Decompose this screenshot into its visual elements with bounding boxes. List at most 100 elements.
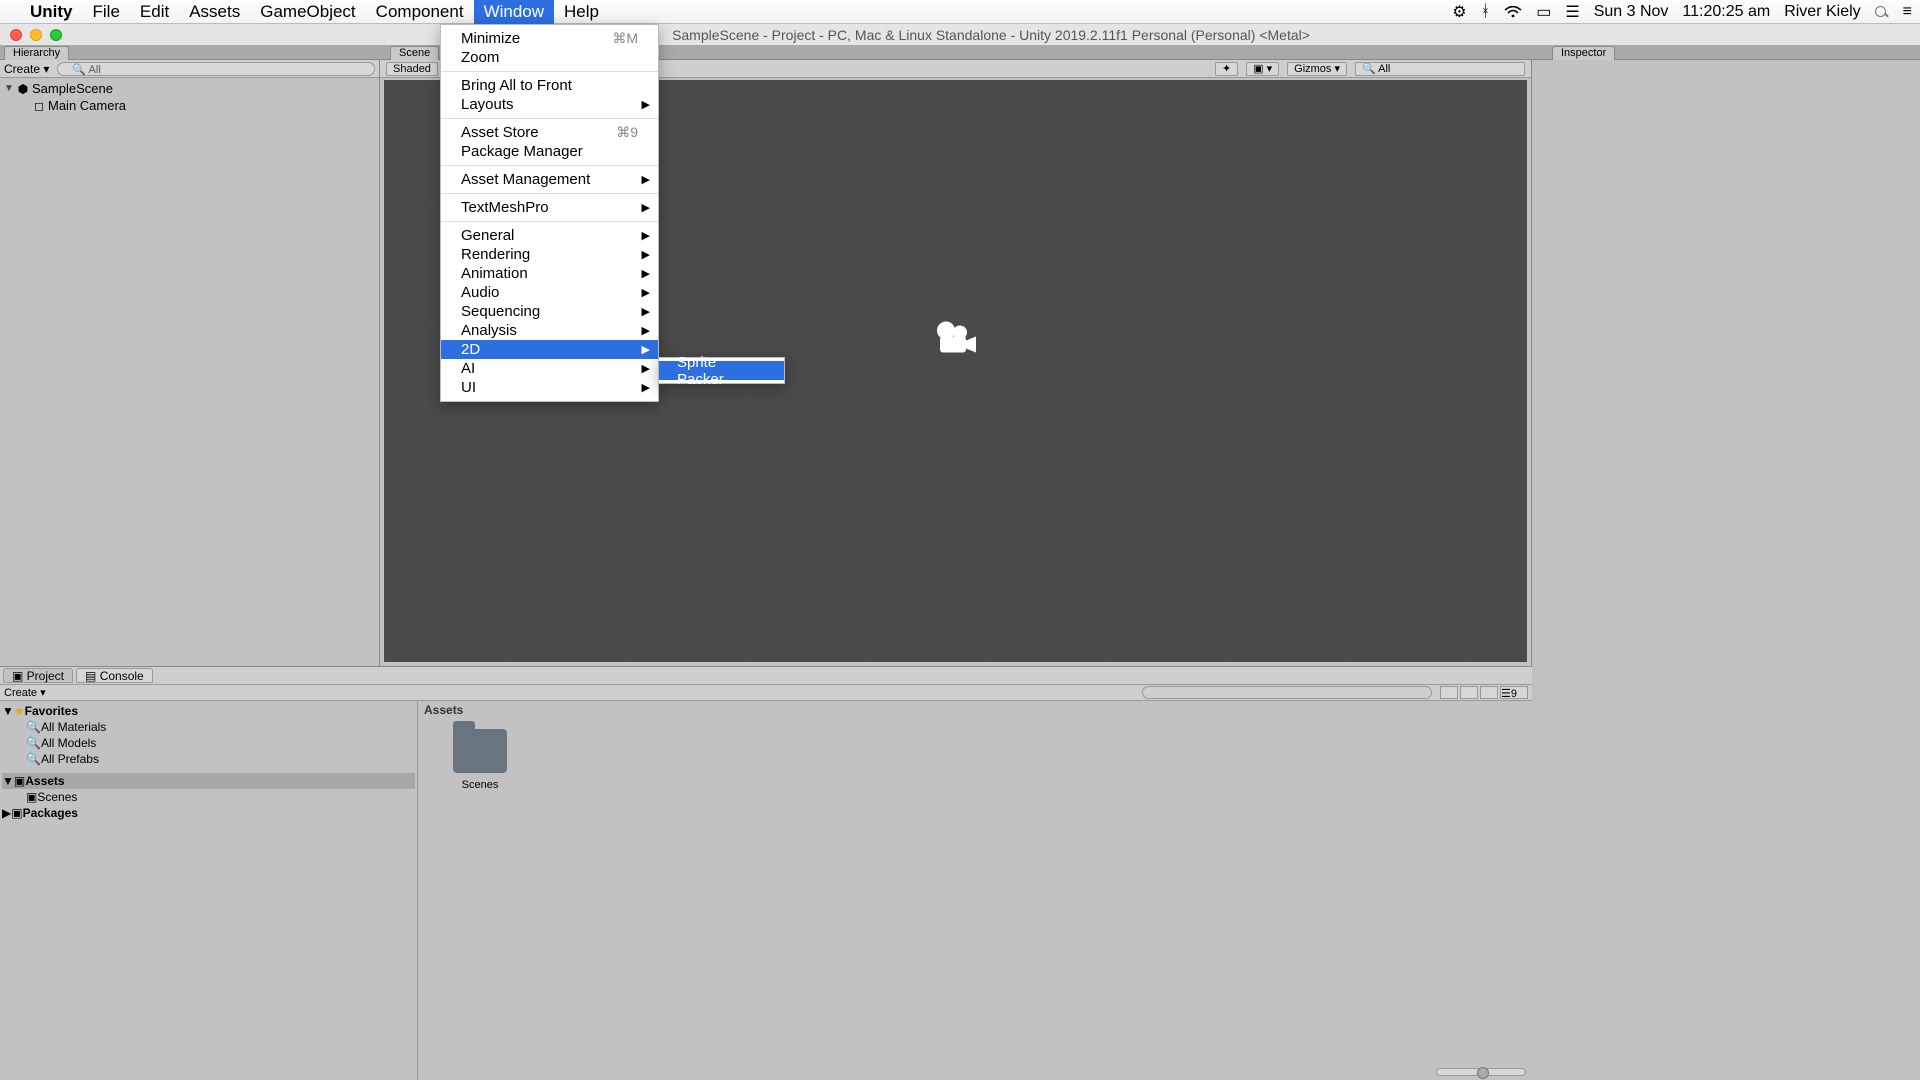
project-favorites[interactable]: ▼★Favorites <box>2 703 415 719</box>
control-center-icon[interactable]: ☰ <box>1565 2 1579 22</box>
project-grid-folder[interactable]: Scenes <box>440 729 520 791</box>
menubar-date[interactable]: Sun 3 Nov <box>1594 3 1669 21</box>
minimize-window-button[interactable] <box>30 29 42 41</box>
unity-scene-icon: ⬢ <box>16 82 30 96</box>
expand-arrow-icon[interactable]: ▼ <box>4 83 16 94</box>
window-titlebar: SampleScene - Project - PC, Mac & Linux … <box>0 24 1920 46</box>
search-icon: 🔍 <box>26 720 41 734</box>
hierarchy-search-input[interactable]: 🔍 All <box>57 62 375 76</box>
camera-gizmo-icon[interactable] <box>934 319 978 364</box>
unity-icon[interactable]: ⚙ <box>1452 2 1466 22</box>
hierarchy-item-label: Main Camera <box>48 98 126 113</box>
inspector-tab[interactable]: Inspector <box>1552 46 1615 60</box>
window-title: SampleScene - Project - PC, Mac & Linux … <box>672 27 1310 43</box>
search-icon: 🔍 <box>26 752 41 766</box>
menu-item-bring-all-to-front[interactable]: Bring All to Front <box>441 76 658 95</box>
project-fav-item[interactable]: 🔍All Prefabs <box>2 751 415 767</box>
hierarchy-tree: ▼ ⬢ SampleScene ◻ Main Camera <box>0 78 379 116</box>
menu-item-ai[interactable]: AI▶ <box>441 359 658 378</box>
tab-project[interactable]: ▣ Project <box>3 668 73 683</box>
menu-extra-icon[interactable]: ≡ <box>1903 3 1912 21</box>
scene-fx-button[interactable]: ✦ <box>1215 62 1238 76</box>
submenu-arrow-icon: ▶ <box>642 362 650 375</box>
menu-item-ui[interactable]: UI▶ <box>441 378 658 397</box>
submenu-arrow-icon: ▶ <box>642 248 650 261</box>
menu-item-general[interactable]: General▶ <box>441 226 658 245</box>
project-filter-button-3[interactable] <box>1480 686 1498 699</box>
submenu-item-sprite-packer[interactable]: Sprite Packer <box>659 361 784 380</box>
submenu-arrow-icon: ▶ <box>642 343 650 356</box>
star-icon: ★ <box>14 704 25 718</box>
menubar-user[interactable]: River Kiely <box>1784 3 1860 21</box>
project-search-input[interactable] <box>1142 686 1432 699</box>
project-assets-child[interactable]: ▣Scenes <box>2 789 415 805</box>
hierarchy-scene-label: SampleScene <box>32 81 113 96</box>
project-toolbar: Create ▾ ☰9 <box>0 685 1532 701</box>
wifi-icon[interactable] <box>1504 6 1522 18</box>
project-panel: ▣ Project ▤ Console Create ▾ ☰9 ▼★Favori… <box>0 666 1532 1080</box>
hierarchy-tab[interactable]: Hierarchy <box>4 46 69 60</box>
zoom-window-button[interactable] <box>50 29 62 41</box>
window-2d-submenu: Sprite Packer <box>658 357 785 384</box>
menu-item-minimize[interactable]: Minimize⌘M <box>441 29 658 48</box>
project-grid-header: Assets <box>418 701 1532 719</box>
menu-item-zoom[interactable]: Zoom <box>441 48 658 67</box>
menu-app[interactable]: Unity <box>20 0 83 24</box>
scene-camera-button[interactable]: ▣ ▾ <box>1246 62 1279 76</box>
hierarchy-scene-row[interactable]: ▼ ⬢ SampleScene <box>4 80 375 97</box>
menu-item-2d[interactable]: 2D▶ <box>441 340 658 359</box>
menu-item-textmeshpro[interactable]: TextMeshPro▶ <box>441 198 658 217</box>
menubar-time[interactable]: 11:20:25 am <box>1682 3 1770 21</box>
shaded-dropdown[interactable]: Shaded <box>386 62 438 76</box>
menu-item-asset-management[interactable]: Asset Management▶ <box>441 170 658 189</box>
project-grid[interactable]: Assets Scenes <box>418 701 1532 1080</box>
status-right: ⚙ ᚼ ▭ ☰ Sun 3 Nov 11:20:25 am River Kiel… <box>1452 2 1912 22</box>
menu-assets[interactable]: Assets <box>179 0 250 24</box>
submenu-arrow-icon: ▶ <box>642 173 650 186</box>
hierarchy-toolbar: Create ▾ 🔍 All <box>0 60 379 78</box>
menu-item-layouts[interactable]: Layouts▶ <box>441 95 658 114</box>
project-layers-button[interactable]: ☰9 <box>1500 686 1528 699</box>
menu-gameobject[interactable]: GameObject <box>250 0 365 24</box>
folder-icon: ▣ <box>26 790 37 804</box>
menu-edit[interactable]: Edit <box>130 0 179 24</box>
tab-console[interactable]: ▤ Console <box>76 668 153 683</box>
project-fav-item[interactable]: 🔍All Materials <box>2 719 415 735</box>
bluetooth-icon[interactable]: ᚼ <box>1481 3 1491 21</box>
menu-item-analysis[interactable]: Analysis▶ <box>441 321 658 340</box>
project-filter-button-1[interactable] <box>1440 686 1458 699</box>
menu-item-rendering[interactable]: Rendering▶ <box>441 245 658 264</box>
display-icon[interactable]: ▭ <box>1536 2 1551 22</box>
spotlight-icon[interactable] <box>1875 6 1889 17</box>
project-assets-root[interactable]: ▼▣Assets <box>2 773 415 789</box>
gizmos-dropdown[interactable]: Gizmos ▾ <box>1287 62 1347 76</box>
scene-search-input[interactable]: 🔍 All <box>1355 62 1525 76</box>
project-filter-button-2[interactable] <box>1460 686 1478 699</box>
menu-item-asset-store[interactable]: Asset Store⌘9 <box>441 123 658 142</box>
menu-item-sequencing[interactable]: Sequencing▶ <box>441 302 658 321</box>
folder-icon: ▣ <box>11 806 22 820</box>
close-window-button[interactable] <box>10 29 22 41</box>
menu-window[interactable]: Window <box>474 0 554 24</box>
scene-tab[interactable]: Scene <box>390 46 439 60</box>
window-menu-dropdown: Minimize⌘MZoom Bring All to FrontLayouts▶… <box>440 24 659 402</box>
project-thumbnail-slider[interactable] <box>1436 1068 1526 1076</box>
traffic-lights <box>0 29 62 41</box>
submenu-arrow-icon: ▶ <box>642 305 650 318</box>
menu-file[interactable]: File <box>83 0 130 24</box>
folder-icon <box>453 729 507 773</box>
menu-item-animation[interactable]: Animation▶ <box>441 264 658 283</box>
project-fav-item[interactable]: 🔍All Models <box>2 735 415 751</box>
submenu-arrow-icon: ▶ <box>642 201 650 214</box>
menu-help[interactable]: Help <box>554 0 609 24</box>
menu-item-package-manager[interactable]: Package Manager <box>441 142 658 161</box>
menu-component[interactable]: Component <box>366 0 474 24</box>
hierarchy-create-button[interactable]: Create ▾ <box>0 62 53 76</box>
submenu-arrow-icon: ▶ <box>642 381 650 394</box>
project-create-button[interactable]: Create ▾ <box>4 686 46 699</box>
project-packages-root[interactable]: ▶▣Packages <box>2 805 415 821</box>
main-menus: Unity File Edit Assets GameObject Compon… <box>20 0 609 24</box>
menu-item-audio[interactable]: Audio▶ <box>441 283 658 302</box>
hierarchy-item-main-camera[interactable]: ◻ Main Camera <box>4 97 375 114</box>
project-grid-folder-label: Scenes <box>440 779 520 791</box>
